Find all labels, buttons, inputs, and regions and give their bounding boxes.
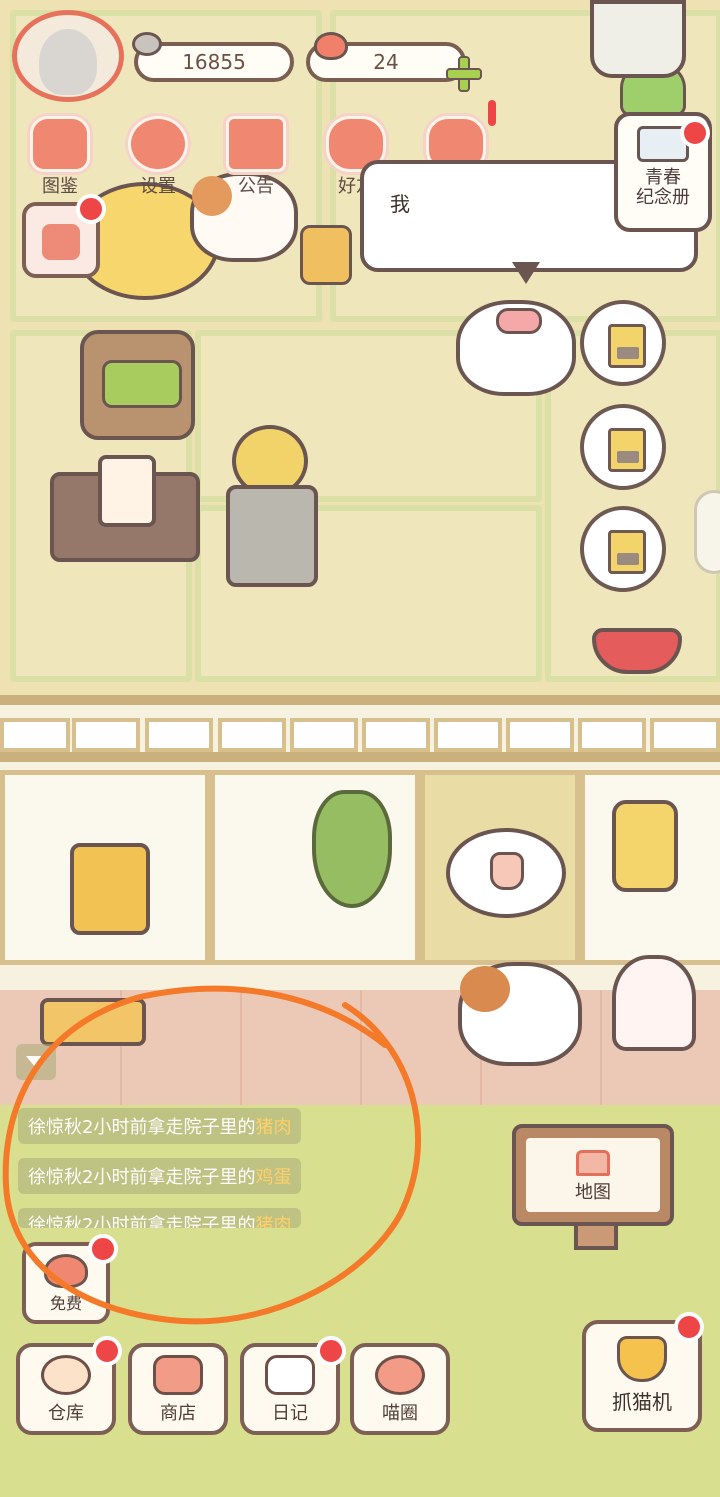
coin-amount: 16855 — [182, 50, 246, 74]
map-label: 地图 — [575, 1182, 611, 1203]
wall-telephone — [70, 843, 150, 935]
heart-icon — [314, 32, 348, 60]
menu-settings-button[interactable]: 设置 — [120, 116, 196, 198]
house-icon — [576, 1150, 610, 1176]
shop-icon — [153, 1355, 203, 1395]
menu-announcement-button[interactable]: 公告 — [218, 116, 294, 198]
nav-label: 商店 — [160, 1403, 196, 1424]
lantern — [612, 800, 678, 892]
add-hearts-button[interactable] — [446, 56, 482, 92]
food-request-bubble[interactable] — [580, 506, 666, 592]
cat-planet-icon — [375, 1355, 425, 1395]
heart-counter: 24 — [306, 32, 466, 82]
nav-label: 仓库 — [48, 1403, 84, 1424]
paw-hand-icon — [490, 852, 524, 890]
coin-counter: 16855 — [132, 32, 294, 82]
avatar[interactable] — [12, 10, 124, 102]
food-request-bubble[interactable] — [580, 300, 666, 386]
nav-cat-circle-button[interactable]: 喵圈 — [350, 1343, 450, 1435]
warehouse-icon — [41, 1355, 91, 1395]
green-pillow — [102, 360, 182, 408]
map-button[interactable]: 地图 — [512, 1124, 674, 1226]
gift-icon — [226, 116, 286, 172]
gumball-machine — [612, 955, 696, 1051]
hanging-plant — [312, 790, 392, 908]
claw-icon — [617, 1336, 667, 1382]
stove — [226, 485, 318, 587]
heart-amount: 24 — [373, 50, 399, 74]
nav-label: 日记 — [272, 1403, 308, 1424]
basket — [300, 225, 352, 285]
notification-badge — [674, 1312, 704, 1342]
wall-beam — [0, 695, 720, 705]
notification-badge — [680, 118, 710, 148]
side-pull-tab[interactable] — [694, 490, 720, 574]
diary-icon — [265, 1355, 315, 1395]
catch-label: 抓猫机 — [612, 1390, 672, 1414]
menu-cat-book-button[interactable]: 图鉴 — [22, 116, 98, 198]
food-bag-icon — [608, 428, 646, 472]
pink-bow — [496, 308, 542, 334]
annotation-circle — [2, 985, 422, 1325]
notification-badge — [76, 194, 106, 224]
cat-book-icon — [30, 116, 90, 172]
food-bag-icon — [608, 530, 646, 574]
pencil-icon — [42, 224, 80, 260]
album-label: 青春 纪念册 — [636, 167, 690, 208]
coffee-cup — [98, 455, 156, 527]
lamp-base — [590, 0, 686, 78]
speech-text: 我 — [390, 192, 410, 216]
food-bag-icon — [608, 324, 646, 368]
gear-icon — [128, 116, 188, 172]
speech-bubble-tail — [512, 262, 540, 284]
fish-coin-icon — [132, 32, 162, 56]
menu-label: 公告 — [238, 176, 274, 197]
food-request-bubble[interactable] — [580, 404, 666, 490]
alert-exclamation-icon — [488, 100, 496, 126]
nav-shop-button[interactable]: 商店 — [128, 1343, 228, 1435]
nav-label: 喵圈 — [382, 1403, 418, 1424]
menu-label: 设置 — [140, 176, 176, 197]
hand-request-bubble[interactable] — [446, 828, 566, 918]
